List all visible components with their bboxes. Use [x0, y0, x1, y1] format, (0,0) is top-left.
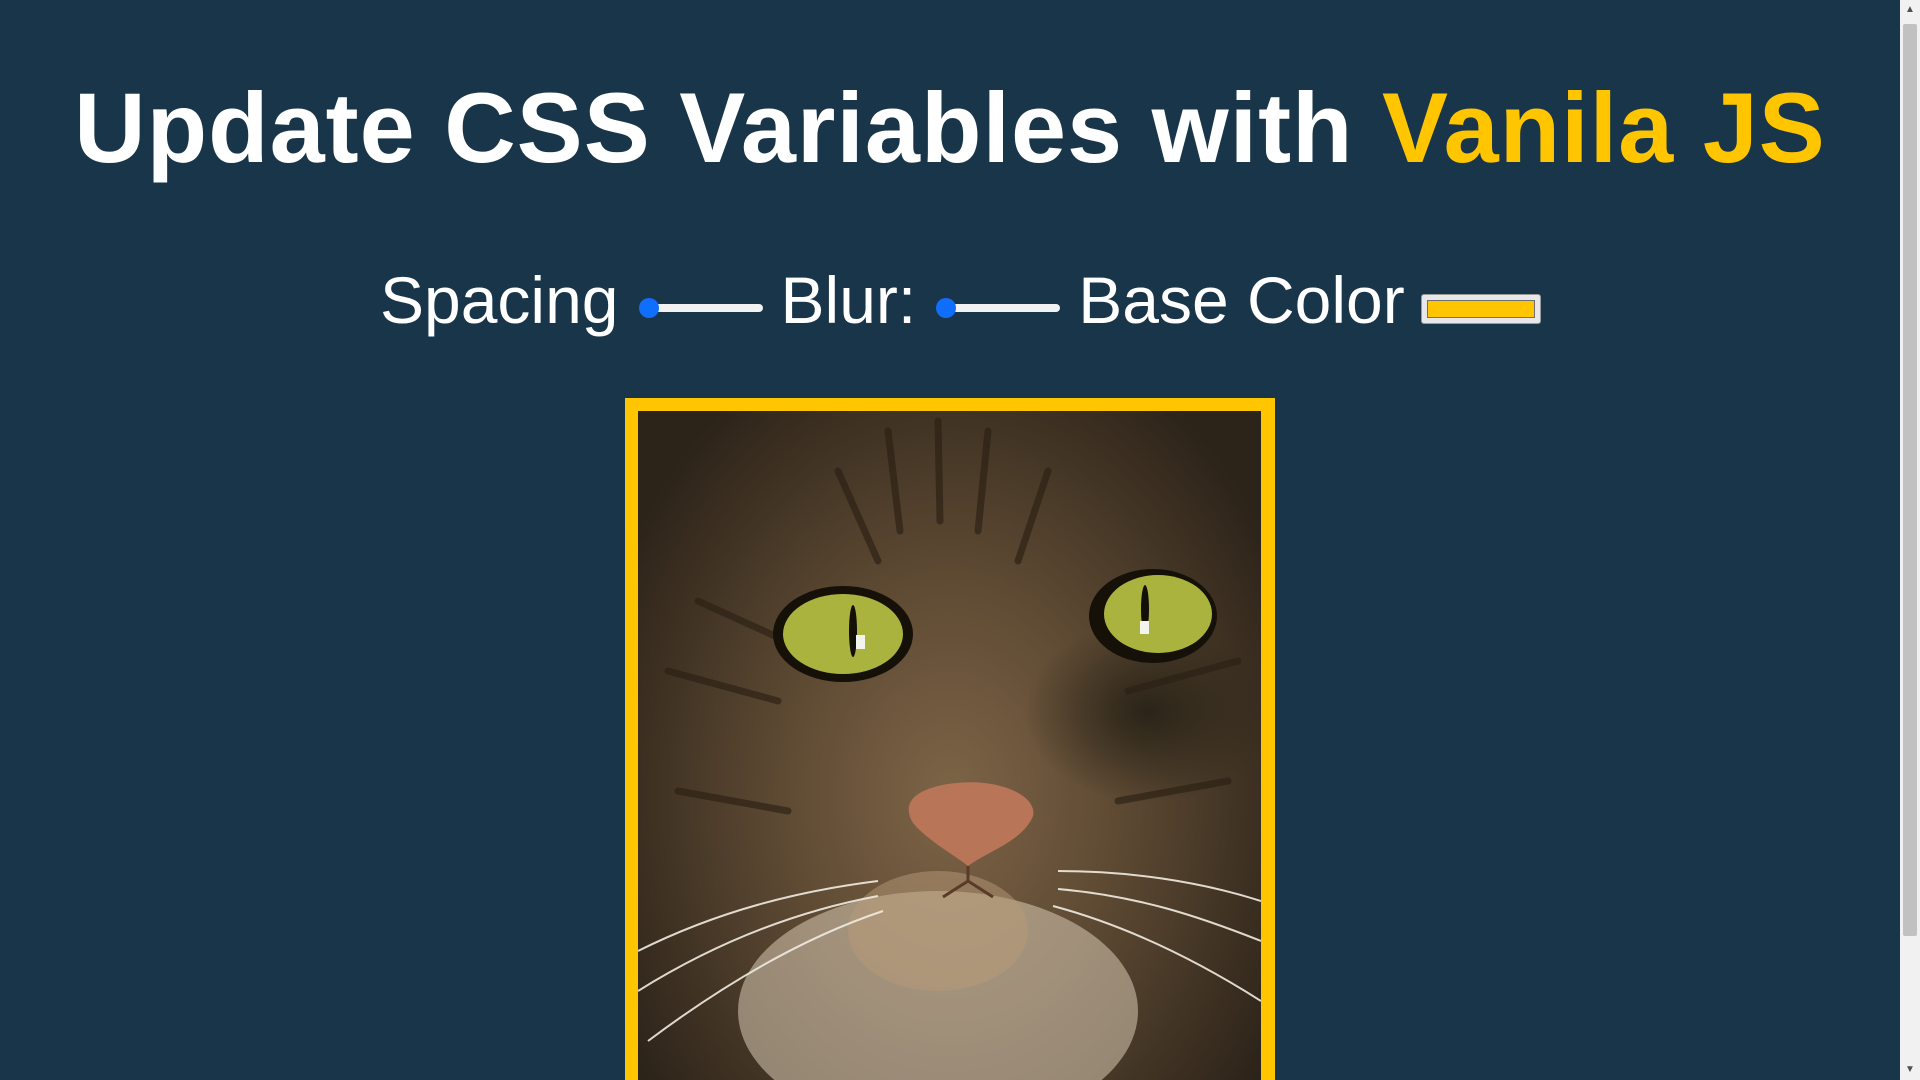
- fur-stripe: [1014, 467, 1052, 565]
- blur-slider-thumb[interactable]: [936, 298, 957, 318]
- spacing-label: Spacing: [380, 263, 619, 337]
- right-eye: [1089, 569, 1217, 663]
- spacing-slider-track[interactable]: [644, 304, 763, 312]
- right-eye-iris: [1104, 575, 1212, 653]
- fur-stripe: [1114, 777, 1232, 805]
- cat-nose: [908, 782, 1034, 866]
- fur-stripe: [664, 667, 782, 705]
- left-eye-pupil: [849, 605, 857, 657]
- page-title: Update CSS Variables with Vanila JS: [0, 78, 1900, 177]
- cat-illustration: [638, 417, 1261, 1080]
- page-title-highlight: Vanila JS: [1382, 72, 1826, 183]
- left-eye: [773, 586, 913, 682]
- fur-stripe: [974, 427, 992, 535]
- scrollbar-thumb[interactable]: [1903, 24, 1917, 936]
- fur-stripe: [834, 467, 882, 565]
- snout-shade: [848, 871, 1028, 991]
- base-color-swatch-fill[interactable]: [1426, 300, 1535, 318]
- fur-stripe: [934, 417, 944, 525]
- scroll-down-arrow-icon[interactable]: ▼: [1900, 1060, 1920, 1080]
- left-eye-glint: [856, 635, 865, 649]
- right-eye-glint: [1140, 621, 1149, 634]
- spacing-slider[interactable]: [638, 298, 763, 318]
- blur-label: Blur:: [780, 263, 917, 337]
- vertical-scrollbar[interactable]: ▲ ▼: [1900, 0, 1920, 1080]
- page: Update CSS Variables with Vanila JS Spac…: [0, 0, 1900, 1080]
- page-title-main: Update CSS Variables with: [74, 72, 1383, 183]
- image-frame: [625, 398, 1275, 1080]
- spacing-slider-thumb[interactable]: [638, 298, 659, 318]
- base-color-label: Base Color: [1078, 263, 1405, 337]
- fur-stripe: [884, 427, 904, 535]
- base-color-picker[interactable]: [1420, 294, 1541, 324]
- controls-bar: Spacing Blur: Base Color: [380, 262, 1541, 338]
- cat-photo: [638, 411, 1261, 1080]
- left-eye-iris: [783, 594, 903, 674]
- fur-stripe: [674, 787, 792, 815]
- scroll-up-arrow-icon[interactable]: ▲: [1900, 0, 1920, 20]
- blur-slider[interactable]: [936, 298, 1061, 318]
- blur-slider-track[interactable]: [942, 304, 1061, 312]
- fur-stripe: [1124, 657, 1242, 695]
- whisker: [1057, 870, 1261, 902]
